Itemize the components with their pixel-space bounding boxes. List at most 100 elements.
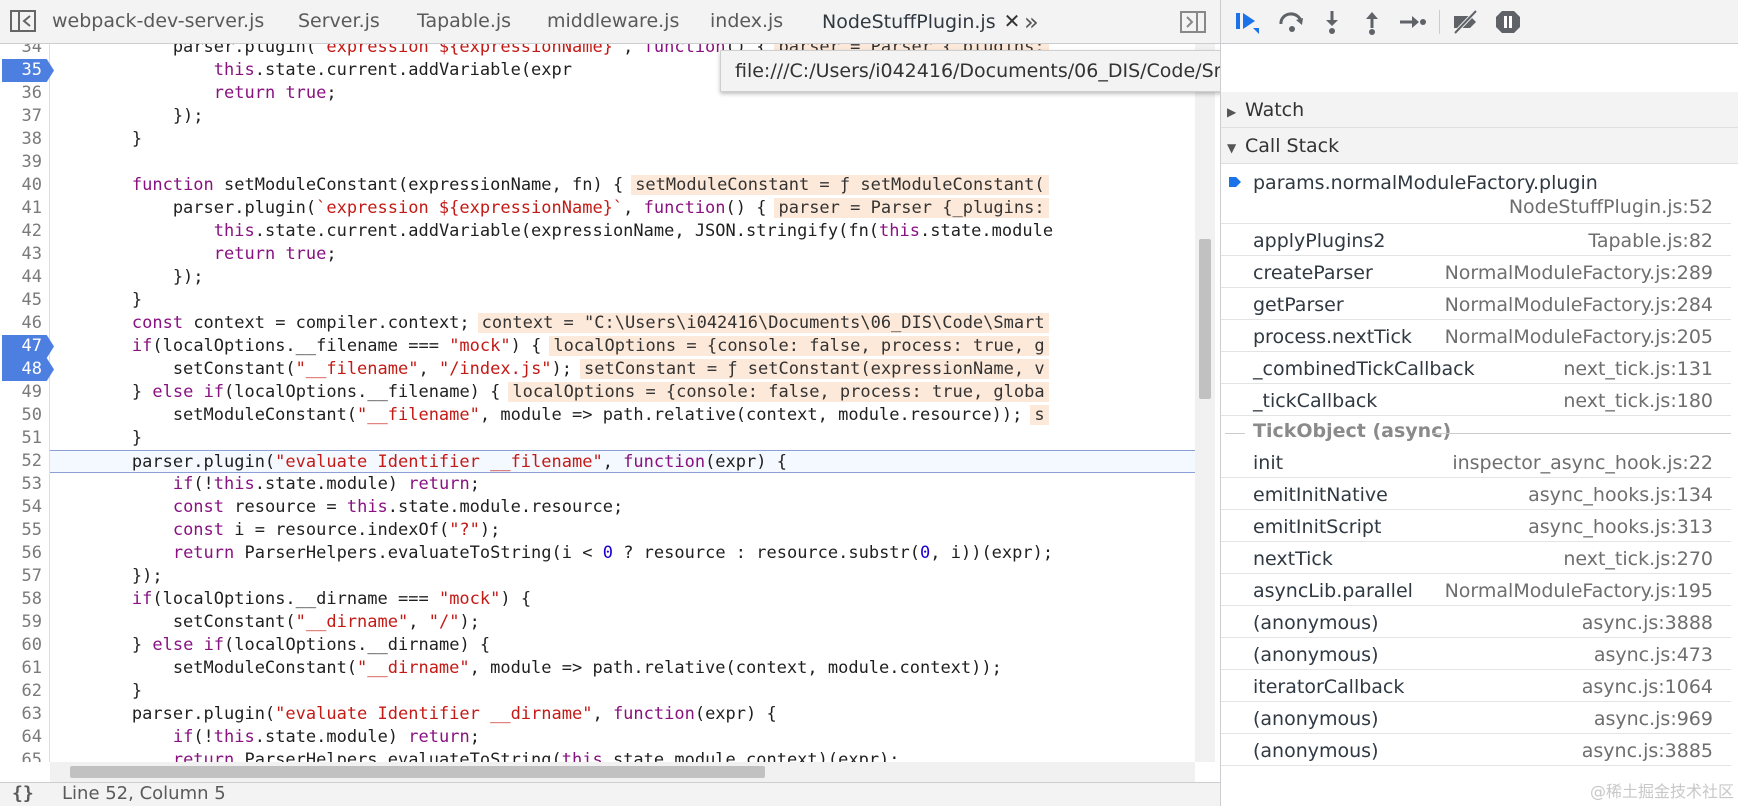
step-over-icon[interactable] — [1277, 8, 1307, 36]
code-line[interactable]: } — [50, 680, 142, 703]
navigator-toggle-icon[interactable] — [10, 10, 36, 32]
line-number[interactable]: 51 — [0, 427, 46, 450]
breakpoint-line-number[interactable]: 48 — [2, 358, 54, 381]
call-stack-frame[interactable]: asyncLib.parallel NormalModuleFactory.js:… — [1221, 574, 1731, 606]
frame-location[interactable]: next_tick.js:131 — [1563, 358, 1713, 380]
tab-middleware[interactable]: middleware.js — [547, 0, 679, 44]
tab-server[interactable]: Server.js — [298, 0, 380, 44]
call-stack-frame[interactable]: params.normalModuleFactory.plugin NodeStu… — [1221, 166, 1731, 224]
code-line[interactable]: const resource = this.state.module.resou… — [50, 496, 623, 519]
line-number[interactable]: 44 — [0, 266, 46, 289]
line-number[interactable]: 52 — [0, 450, 46, 473]
line-number[interactable]: 42 — [0, 220, 46, 243]
code-line[interactable]: function setModuleConstant(expressionNam… — [50, 174, 1049, 197]
code-line[interactable]: } else if(localOptions.__filename) {loca… — [50, 381, 1049, 404]
frame-location[interactable]: inspector_async_hook.js:22 — [1452, 452, 1713, 474]
code-line[interactable]: const i = resource.indexOf("?"); — [50, 519, 501, 542]
call-stack-frame[interactable]: (anonymous) async.js:969 — [1221, 702, 1731, 734]
line-number[interactable]: 50 — [0, 404, 46, 427]
frame-location[interactable]: NormalModuleFactory.js:284 — [1445, 294, 1713, 316]
current-execution-line[interactable]: parser.plugin("evaluate Identifier __fil… — [50, 450, 1195, 473]
frame-location[interactable]: next_tick.js:180 — [1563, 390, 1713, 412]
line-number[interactable]: 63 — [0, 703, 46, 726]
frame-location[interactable]: next_tick.js:270 — [1563, 548, 1713, 570]
line-number[interactable]: 61 — [0, 657, 46, 680]
frame-location[interactable]: async.js:473 — [1594, 644, 1713, 666]
code-line[interactable]: setModuleConstant("__filename", module =… — [50, 404, 1049, 427]
code-line[interactable]: }); — [50, 565, 163, 588]
line-number[interactable]: 46 — [0, 312, 46, 335]
close-tab-icon[interactable]: ✕ — [1004, 9, 1021, 33]
frame-location[interactable]: NormalModuleFactory.js:195 — [1445, 580, 1713, 602]
code-line[interactable]: parser.plugin("evaluate Identifier __dir… — [50, 703, 777, 726]
more-tabs-icon[interactable]: » — [1024, 8, 1039, 36]
horizontal-scroll-thumb[interactable] — [70, 766, 765, 778]
line-number[interactable]: 39 — [0, 151, 46, 174]
call-stack-frame[interactable]: emitInitScript async_hooks.js:313 — [1221, 510, 1731, 542]
line-number[interactable]: 43 — [0, 243, 46, 266]
frame-location[interactable]: NormalModuleFactory.js:205 — [1445, 326, 1713, 348]
call-stack-frame[interactable]: applyPlugins2 Tapable.js:82 — [1221, 224, 1731, 256]
line-number[interactable]: 37 — [0, 105, 46, 128]
line-number[interactable]: 36 — [0, 82, 46, 105]
code-line[interactable]: } — [50, 128, 142, 151]
line-number[interactable]: 49 — [0, 381, 46, 404]
line-number[interactable]: 57 — [0, 565, 46, 588]
step-icon[interactable] — [1397, 8, 1427, 36]
code-editor[interactable]: 34 35 36 37 38 39 40 41 42 43 44 45 46 47 48 49 50 51 52 53… — [0, 44, 1220, 762]
code-line[interactable]: parser.plugin(`expression ${expressionNa… — [50, 197, 1049, 220]
vertical-scroll-thumb[interactable] — [1199, 239, 1211, 399]
code-line[interactable]: if(!this.state.module) return; — [50, 726, 480, 749]
code-line[interactable]: setConstant("__dirname", "/"); — [50, 611, 480, 634]
code-line[interactable]: if(localOptions.__filename === "mock") {… — [50, 335, 1049, 358]
call-stack-frame[interactable]: (anonymous) async.js:3885 — [1221, 734, 1731, 766]
frame-location[interactable]: NodeStuffPlugin.js:52 — [1509, 196, 1713, 218]
code-line[interactable]: if(!this.state.module) return; — [50, 473, 480, 496]
debugger-toggle-icon[interactable] — [1180, 11, 1206, 33]
line-number[interactable]: 55 — [0, 519, 46, 542]
line-number-gutter[interactable]: 34 35 36 37 38 39 40 41 42 43 44 45 46 47 48 49 50 51 52 53… — [0, 44, 54, 762]
horizontal-scrollbar[interactable] — [50, 762, 1195, 782]
tab-nodestuffplugin[interactable]: NodeStuffPlugin.js ✕ — [822, 0, 1020, 44]
frame-location[interactable]: async_hooks.js:313 — [1528, 516, 1713, 538]
vertical-scrollbar[interactable] — [1195, 44, 1215, 762]
call-stack-frame[interactable]: nextTick next_tick.js:270 — [1221, 542, 1731, 574]
tab-tapable[interactable]: Tapable.js — [417, 0, 511, 44]
step-out-icon[interactable] — [1357, 8, 1387, 36]
deactivate-breakpoints-icon[interactable] — [1451, 8, 1481, 36]
call-stack-frame[interactable]: _tickCallback next_tick.js:180 — [1221, 384, 1731, 416]
code-line[interactable]: return true; — [50, 82, 337, 105]
line-number[interactable]: 40 — [0, 174, 46, 197]
call-stack-frame[interactable]: _combinedTickCallback next_tick.js:131 — [1221, 352, 1731, 384]
line-number[interactable]: 58 — [0, 588, 46, 611]
frame-location[interactable]: async.js:3885 — [1582, 740, 1713, 762]
line-number[interactable]: 53 — [0, 473, 46, 496]
code-line[interactable]: this.state.current.addVariable(expressio… — [50, 220, 1053, 243]
code-line[interactable]: setConstant("__filename", "/index.js"); s… — [50, 358, 1049, 381]
frame-location[interactable]: Tapable.js:82 — [1588, 230, 1713, 252]
line-number[interactable]: 65 — [0, 749, 46, 762]
line-number[interactable]: 62 — [0, 680, 46, 703]
call-stack-pane-header[interactable]: ▼ Call Stack — [1221, 128, 1738, 164]
call-stack-frame[interactable]: iteratorCallback async.js:1064 — [1221, 670, 1731, 702]
resume-icon[interactable] — [1233, 8, 1263, 36]
frame-location[interactable]: async.js:3888 — [1582, 612, 1713, 634]
code-area[interactable]: parser.plugin(`expression ${expressionNa… — [50, 44, 1195, 762]
line-number[interactable]: 54 — [0, 496, 46, 519]
tab-index[interactable]: index.js — [710, 0, 783, 44]
code-line[interactable]: return ParserHelpers.evaluateToString(i … — [50, 542, 1053, 565]
watch-pane-header[interactable]: ▶ Watch — [1221, 92, 1738, 128]
pretty-print-button[interactable]: {} — [12, 783, 34, 804]
code-line[interactable]: setModuleConstant("__dirname", module =>… — [50, 657, 1002, 680]
breakpoint-line-number[interactable]: 47 — [2, 335, 54, 358]
frame-location[interactable]: async.js:1064 — [1582, 676, 1713, 698]
call-stack-frame[interactable]: getParser NormalModuleFactory.js:284 — [1221, 288, 1731, 320]
code-line[interactable]: return ParserHelpers.evaluateToString(th… — [50, 749, 900, 762]
call-stack-frame[interactable]: createParser NormalModuleFactory.js:289 — [1221, 256, 1731, 288]
step-into-icon[interactable] — [1317, 8, 1347, 36]
call-stack-frame[interactable]: init inspector_async_hook.js:22 — [1221, 446, 1731, 478]
code-line[interactable]: }); — [50, 266, 204, 289]
code-line[interactable]: this.state.current.addVariable(expr — [50, 59, 572, 82]
call-stack-frame[interactable]: (anonymous) async.js:3888 — [1221, 606, 1731, 638]
frame-location[interactable]: async.js:969 — [1594, 708, 1713, 730]
